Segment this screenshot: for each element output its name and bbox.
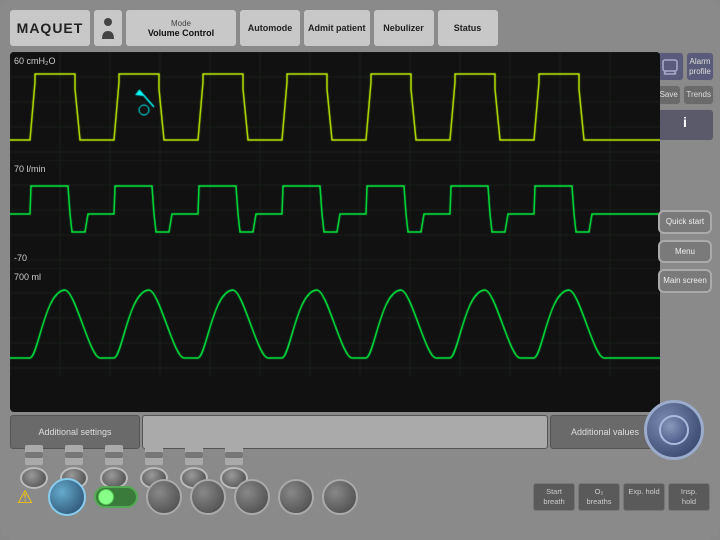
automode-button[interactable]: Automode	[240, 10, 300, 46]
slider-thumb-2[interactable]	[65, 452, 83, 458]
flow-label: 70 l/min	[14, 164, 46, 174]
nebulizer-button[interactable]: Nebulizer	[374, 10, 434, 46]
volume-waveform	[10, 268, 660, 376]
alarm-profile-row: Alarm profile	[656, 52, 714, 81]
main-screen: 12-25 15:32 60 cmH₂O 70 l/min -70 700 ml	[10, 52, 660, 412]
alarm-icon-btn[interactable]	[656, 52, 684, 81]
person-icon	[94, 10, 122, 46]
right-mid-panel: Quick start Menu Main screen	[656, 210, 714, 293]
alarm-svg	[661, 58, 679, 76]
additional-settings-button[interactable]: Additional settings	[10, 415, 140, 449]
top-bar: MAQUET Mode Volume Control Automode Admi…	[10, 8, 710, 48]
main-screen-button[interactable]: Main screen	[658, 269, 712, 293]
pressure-label: 60 cmH₂O	[14, 56, 56, 66]
toggle-switch[interactable]	[94, 486, 138, 508]
slider-thumb-1[interactable]	[25, 452, 43, 458]
small-knob-3[interactable]	[234, 479, 270, 515]
o2-breaths-button[interactable]: O₂ breaths	[578, 483, 620, 511]
right-panel: Alarm profile Save Trends i	[656, 52, 714, 141]
start-breath-button[interactable]: Start breath	[533, 483, 575, 511]
logo: MAQUET	[17, 20, 84, 36]
save-trends-row: Save Trends	[656, 85, 714, 105]
admit-patient-button[interactable]: Admit patient	[304, 10, 370, 46]
warning-icon: ⚠	[10, 482, 40, 512]
slider-thumb-5[interactable]	[185, 452, 203, 458]
mode-value: Volume Control	[148, 28, 214, 38]
big-knob-area	[638, 400, 710, 480]
bottom-action-bar: Additional settings Additional values	[10, 415, 660, 449]
logo-area: MAQUET	[10, 10, 90, 46]
spacer-area	[142, 415, 548, 449]
flow-bottom-label: -70	[14, 253, 27, 263]
alarm-profile-button[interactable]: Alarm profile	[686, 52, 714, 81]
mode-box: Mode Volume Control	[126, 10, 236, 46]
pressure-channel: 60 cmH₂O	[10, 52, 660, 160]
person-svg	[100, 17, 116, 39]
pressure-waveform	[10, 52, 660, 160]
status-button[interactable]: Status	[438, 10, 498, 46]
big-knob[interactable]	[644, 400, 704, 460]
flow-waveform	[10, 160, 660, 268]
volume-label: 700 ml	[14, 272, 41, 282]
info-button[interactable]: i	[656, 109, 714, 141]
trends-button[interactable]: Trends	[683, 85, 714, 105]
bottom-controls: ⚠ Start breath O₂ breaths Exp. hold Insp…	[10, 462, 710, 532]
bottom-right-buttons: Start breath O₂ breaths Exp. hold Insp. …	[533, 483, 710, 511]
device-body: MAQUET Mode Volume Control Automode Admi…	[0, 0, 720, 540]
volume-channel: 700 ml	[10, 268, 660, 376]
slider-thumb-6[interactable]	[225, 452, 243, 458]
slider-thumb-3[interactable]	[105, 452, 123, 458]
power-button[interactable]	[48, 478, 86, 516]
small-knob-1[interactable]	[146, 479, 182, 515]
small-knob-4[interactable]	[278, 479, 314, 515]
big-knob-inner	[659, 415, 689, 445]
quick-start-button[interactable]: Quick start	[658, 210, 712, 234]
slider-thumb-4[interactable]	[145, 452, 163, 458]
insp-hold-button[interactable]: Insp. hold	[668, 483, 710, 511]
small-knob-5[interactable]	[322, 479, 358, 515]
mode-label: Mode	[171, 19, 191, 28]
flow-channel: 70 l/min -70	[10, 160, 660, 268]
small-knob-2[interactable]	[190, 479, 226, 515]
exp-hold-button[interactable]: Exp. hold	[623, 483, 665, 511]
menu-button[interactable]: Menu	[658, 240, 712, 264]
toggle-thumb	[98, 489, 114, 505]
